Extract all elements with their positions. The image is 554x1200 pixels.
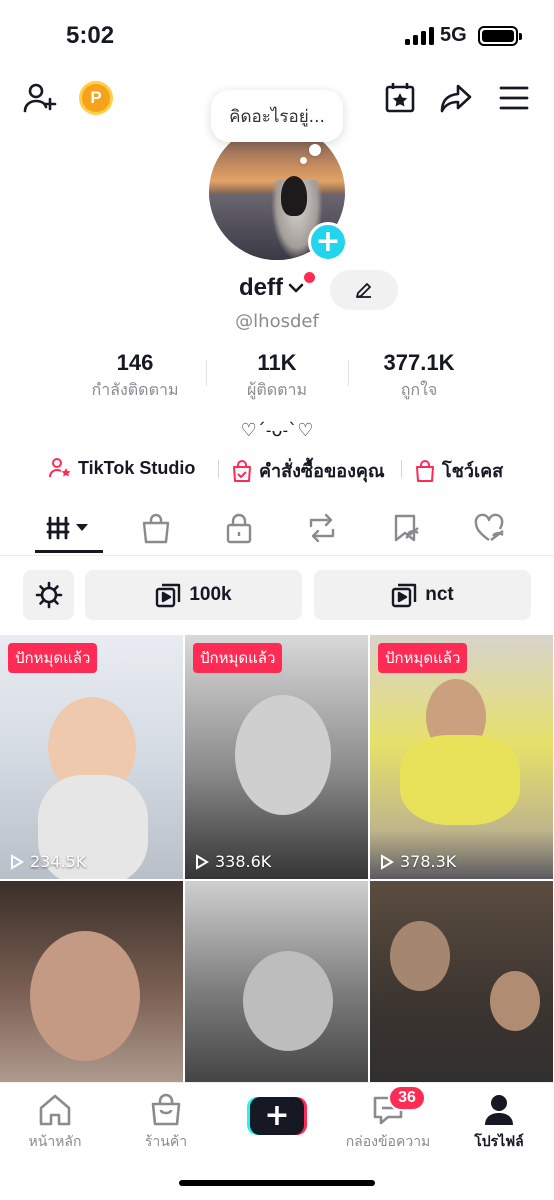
add-story-button[interactable]: + — [308, 222, 348, 262]
video-thumbnail[interactable]: ปักหมุดแล้ว 378.3K — [370, 635, 553, 879]
stat-likes[interactable]: 377.1K ถูกใจ — [364, 350, 474, 403]
pinned-badge: ปักหมุดแล้ว — [193, 643, 283, 673]
studio-person-icon — [49, 458, 71, 478]
lock-icon — [226, 513, 252, 544]
username-row[interactable]: deff — [239, 274, 305, 302]
chevron-down-icon — [288, 283, 304, 293]
views-label: 338.6K — [215, 852, 272, 871]
likes-count: 377.1K — [383, 350, 455, 375]
coins-icon[interactable]: P — [79, 81, 113, 115]
note-bubble-tail — [309, 144, 321, 156]
bio: ♡ˊ˗ᴗ˗ˋ♡ — [240, 420, 314, 441]
note-bubble-tail-small — [300, 157, 307, 164]
following-label: กำลังติดตาม — [91, 380, 179, 399]
nav-home[interactable]: หน้าหลัก — [0, 1093, 110, 1153]
nav-shop-label: ร้านค้า — [144, 1134, 188, 1150]
nav-profile[interactable]: โปรไฟล์ — [444, 1093, 554, 1153]
username: deff — [239, 274, 283, 301]
repost-icon — [309, 513, 335, 543]
plus-icon: + — [250, 1097, 304, 1135]
nav-inbox-label: กล่องข้อความ — [345, 1134, 431, 1150]
studio-label: TikTok Studio — [78, 457, 196, 478]
network-label: 5G — [440, 24, 467, 46]
nav-profile-label: โปรไฟล์ — [474, 1134, 524, 1150]
orders-label: คำสั่งซื้อของคุณ — [259, 461, 385, 481]
collection-label: 100k — [189, 584, 232, 605]
gear-icon — [35, 581, 62, 609]
create-button[interactable]: + — [247, 1097, 307, 1135]
bookmark-hidden-icon — [394, 514, 419, 542]
followers-count: 11K — [257, 350, 297, 375]
divider — [218, 460, 219, 478]
pencil-icon — [356, 283, 371, 298]
shopping-bag-icon — [142, 513, 170, 544]
collection-nct[interactable]: nct — [314, 570, 531, 620]
note-bubble[interactable]: คิดอะไรอยู่... — [211, 90, 343, 142]
pinned-badge: ปักหมุดแล้ว — [8, 643, 98, 673]
showcase-link[interactable]: โชว์เคส — [414, 456, 503, 485]
heart-hidden-icon — [474, 513, 504, 541]
divider — [401, 460, 402, 478]
calendar-star-icon[interactable] — [382, 80, 418, 116]
likes-label: ถูกใจ — [400, 380, 438, 399]
stat-followers[interactable]: 11K ผู้ติดตาม — [222, 350, 332, 403]
add-friend-icon[interactable] — [22, 80, 58, 116]
shopping-bag-icon — [151, 1093, 181, 1126]
share-icon[interactable] — [438, 80, 474, 116]
collection-label: nct — [425, 584, 454, 605]
home-icon — [39, 1094, 71, 1126]
divider — [206, 360, 207, 386]
view-count: 234.5K — [10, 852, 86, 871]
playlist-icon — [392, 583, 417, 608]
play-icon — [11, 853, 24, 870]
orders-link[interactable]: คำสั่งซื้อของคุณ — [231, 456, 385, 485]
status-time: 5:02 — [66, 22, 115, 49]
handle: @lhosdef — [235, 311, 319, 332]
collection-settings-button[interactable] — [23, 570, 74, 620]
nav-shop[interactable]: ร้านค้า — [111, 1093, 221, 1153]
menu-icon[interactable] — [496, 80, 532, 116]
tab-liked[interactable] — [466, 510, 514, 546]
profile-tabs — [0, 504, 554, 556]
play-icon — [196, 853, 209, 870]
collection-100k[interactable]: 100k — [85, 570, 302, 620]
status-bar: 5:02 5G — [0, 0, 554, 72]
nav-home-label: หน้าหลัก — [28, 1134, 82, 1150]
view-count: 338.6K — [195, 852, 271, 871]
home-indicator[interactable] — [179, 1180, 375, 1186]
views-label: 234.5K — [30, 852, 87, 871]
stat-following[interactable]: 146 กำลังติดตาม — [80, 350, 190, 403]
view-count: 378.3K — [380, 852, 456, 871]
active-tab-indicator — [35, 550, 103, 553]
play-icon — [381, 853, 394, 870]
grid-icon — [46, 516, 88, 540]
pinned-badge: ปักหมุดแล้ว — [378, 643, 468, 673]
playlist-icon — [156, 583, 181, 608]
followers-label: ผู้ติดตาม — [246, 380, 308, 399]
tab-private[interactable] — [215, 510, 263, 546]
person-icon — [485, 1095, 513, 1125]
bag-check-icon — [233, 459, 251, 482]
tab-reposts[interactable] — [298, 510, 346, 546]
following-count: 146 — [116, 350, 154, 375]
shopping-bag-icon — [416, 459, 434, 482]
edit-profile-button[interactable] — [330, 270, 398, 310]
video-thumbnail[interactable]: ปักหมุดแล้ว 338.6K — [185, 635, 368, 879]
tiktok-studio-link[interactable]: TikTok Studio — [48, 456, 195, 480]
divider — [348, 360, 349, 386]
tab-videos[interactable] — [44, 510, 96, 546]
tab-shop[interactable] — [132, 510, 180, 546]
views-label: 378.3K — [400, 852, 457, 871]
battery-icon — [478, 26, 522, 46]
signal-icon — [405, 27, 434, 45]
video-thumbnail[interactable]: ปักหมุดแล้ว 234.5K — [0, 635, 183, 879]
tab-favorites[interactable] — [382, 510, 430, 546]
inbox-badge: 36 — [388, 1085, 426, 1111]
notification-dot — [304, 272, 315, 283]
showcase-label: โชว์เคส — [442, 461, 504, 481]
